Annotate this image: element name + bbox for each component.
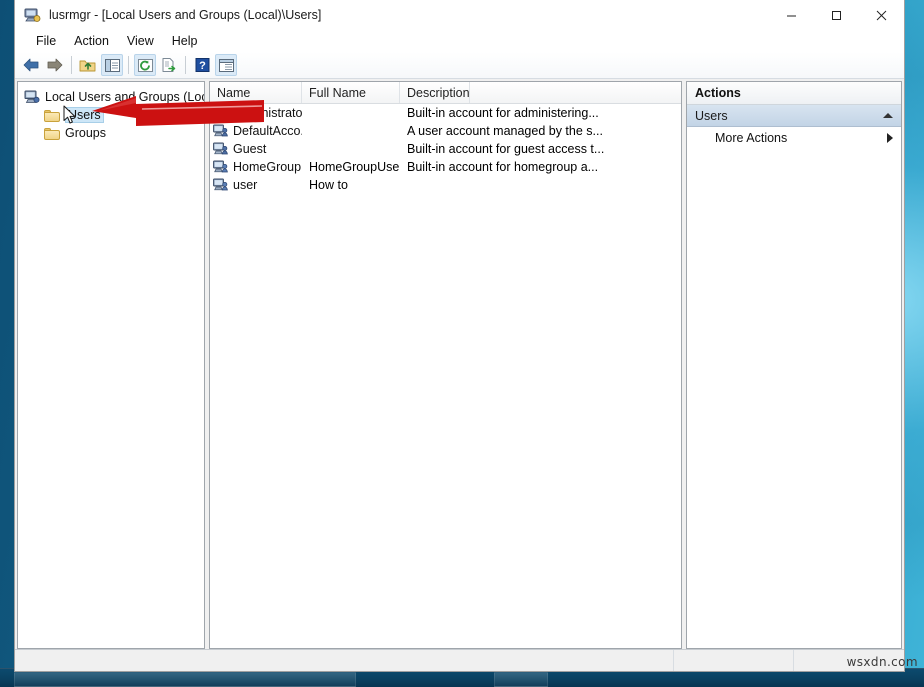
status-bar [15, 649, 904, 671]
tree-node-root-label: Local Users and Groups (Local) [45, 90, 205, 104]
export-list-icon[interactable] [158, 54, 180, 76]
user-account-icon [213, 142, 229, 156]
users-list-rows: Administrator Built-in account for admin… [210, 104, 681, 194]
action-more-actions[interactable]: More Actions [687, 127, 901, 149]
mmc-console-icon [23, 7, 41, 23]
cell-name: Guest [210, 142, 302, 156]
menu-action[interactable]: Action [65, 32, 118, 50]
actions-pane: Actions Users More Actions [686, 81, 902, 649]
column-header-filler [470, 82, 681, 103]
table-row[interactable]: HomeGroup... HomeGroupUserS Built-in acc… [210, 158, 681, 176]
actions-group-users[interactable]: Users [687, 105, 901, 127]
tree-node-groups-label: Groups [65, 126, 106, 140]
console-tree: Local Users and Groups (Local) Users Gro… [18, 82, 204, 142]
cell-description: Built-in account for administering... [400, 106, 681, 120]
taskbar-button-1[interactable] [14, 672, 356, 687]
toolbar-separator-2 [128, 56, 129, 74]
table-row[interactable]: Administrator Built-in account for admin… [210, 104, 681, 122]
toolbar-separator-1 [71, 56, 72, 74]
cell-description: Built-in account for guest access t... [400, 142, 681, 156]
user-name: Administrator [233, 106, 302, 120]
column-header-full-name[interactable]: Full Name [302, 82, 400, 103]
cell-full-name: HomeGroupUserS [302, 160, 400, 174]
user-name: HomeGroup... [233, 160, 302, 174]
show-hide-console-tree-icon[interactable] [101, 54, 123, 76]
column-header-name[interactable]: Name [210, 82, 302, 103]
toolbar-separator-3 [185, 56, 186, 74]
cell-name: DefaultAcco... [210, 124, 302, 138]
tree-node-root[interactable]: Local Users and Groups (Local) [24, 88, 204, 106]
window-controls [769, 0, 904, 30]
help-icon[interactable]: ? [191, 54, 213, 76]
user-name: user [233, 178, 257, 192]
console-tree-pane[interactable]: Local Users and Groups (Local) Users Gro… [17, 81, 205, 649]
toolbar: ? [15, 52, 904, 79]
cell-description: Built-in account for homegroup a... [400, 160, 681, 174]
back-icon[interactable] [20, 54, 42, 76]
column-header-description[interactable]: Description [400, 82, 470, 103]
menu-file[interactable]: File [27, 32, 65, 50]
status-segment-middle [674, 650, 794, 671]
taskbar-button-2[interactable] [494, 672, 548, 687]
refresh-icon[interactable] [134, 54, 156, 76]
table-row[interactable]: Guest Built-in account for guest access … [210, 140, 681, 158]
user-account-icon [213, 124, 229, 138]
tree-node-groups[interactable]: Groups [24, 124, 204, 142]
user-name: DefaultAcco... [233, 124, 302, 138]
user-account-icon [213, 160, 229, 174]
up-one-level-icon[interactable] [77, 54, 99, 76]
list-column-headers: Name Full Name Description [210, 82, 681, 104]
window-title: lusrmgr - [Local Users and Groups (Local… [49, 8, 321, 22]
console-body: Local Users and Groups (Local) Users Gro… [15, 79, 904, 649]
action-more-actions-label: More Actions [715, 131, 887, 145]
user-account-icon [213, 106, 229, 120]
menu-bar: File Action View Help [15, 30, 904, 52]
title-bar[interactable]: lusrmgr - [Local Users and Groups (Local… [15, 0, 904, 30]
table-row[interactable]: DefaultAcco... A user account managed by… [210, 122, 681, 140]
folder-icon [44, 109, 60, 122]
caret-right-icon [887, 133, 893, 143]
close-button[interactable] [859, 0, 904, 30]
status-segment-left [15, 650, 674, 671]
menu-view[interactable]: View [118, 32, 163, 50]
view-options-icon[interactable] [215, 54, 237, 76]
cell-description: A user account managed by the s... [400, 124, 681, 138]
maximize-button[interactable] [814, 0, 859, 30]
cell-name: user [210, 178, 302, 192]
tree-node-users[interactable]: Users [24, 106, 204, 124]
minimize-button[interactable] [769, 0, 814, 30]
user-account-icon [213, 178, 229, 192]
table-row[interactable]: user How to [210, 176, 681, 194]
svg-text:?: ? [199, 60, 206, 72]
watermark: wsxdn.com [847, 655, 918, 669]
actions-group-label: Users [695, 109, 883, 123]
actions-pane-title: Actions [687, 82, 901, 105]
caret-up-icon[interactable] [883, 113, 893, 118]
user-name: Guest [233, 142, 266, 156]
tree-node-users-label: Users [65, 107, 104, 123]
menu-help[interactable]: Help [163, 32, 207, 50]
folder-icon [44, 127, 60, 140]
forward-icon[interactable] [44, 54, 66, 76]
cell-name: Administrator [210, 106, 302, 120]
cell-full-name: How to [302, 178, 400, 192]
users-list-pane[interactable]: Name Full Name Description [209, 81, 682, 649]
lusrmgr-window: lusrmgr - [Local Users and Groups (Local… [14, 0, 905, 672]
cell-name: HomeGroup... [210, 160, 302, 174]
computer-icon [24, 90, 40, 104]
